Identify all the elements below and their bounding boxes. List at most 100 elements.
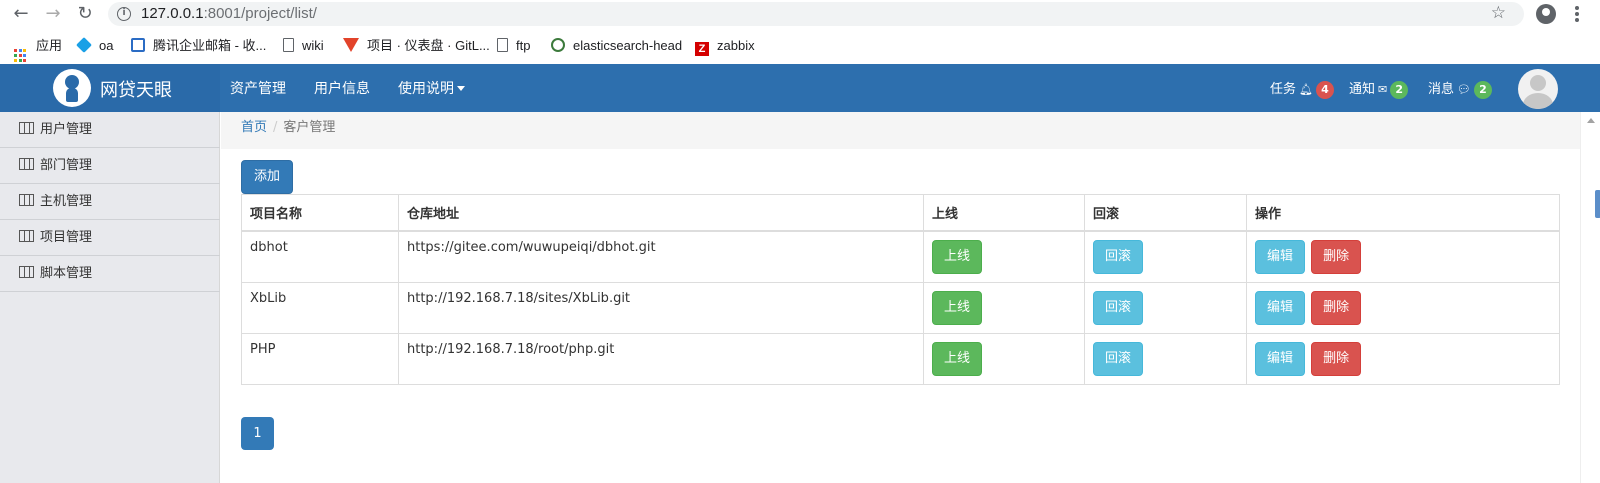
plugin-icon	[551, 38, 565, 52]
rollback-button[interactable]: 回滚	[1093, 342, 1144, 376]
address-bar[interactable]: i 127.0.0.1:8001/project/list/ ☆	[108, 2, 1524, 26]
tasks-menu[interactable]: 任务 🔔︎ 4	[1270, 78, 1334, 99]
browser-toolbar: ← → ↻ i 127.0.0.1:8001/project/list/ ☆	[0, 0, 1600, 28]
browser-menu-icon[interactable]	[1575, 6, 1579, 22]
scroll-thumb[interactable]	[1595, 190, 1600, 218]
main-content: 首页 / 客户管理 添加 项目名称 仓库地址 上线 回滚 操作 dbhot http…	[221, 112, 1580, 483]
sidebar-item-label: 主机管理	[40, 194, 93, 209]
project-name: PHP	[241, 333, 399, 385]
bookmarks-bar: 应用 oa 腾讯企业邮箱 - 收... wiki 项目 · 仪表盘 · GitL…	[0, 32, 1600, 63]
edit-button[interactable]: 编辑	[1255, 342, 1306, 376]
envelope-icon: ✉	[1378, 83, 1388, 96]
bookmark-label: 项目 · 仪表盘 · GitL...	[367, 38, 490, 53]
repo-url: http://192.168.7.18/sites/XbLib.git	[398, 282, 924, 334]
delete-button[interactable]: 删除	[1311, 240, 1362, 274]
sidebar-item-label: 脚本管理	[40, 266, 93, 281]
breadcrumb-separator: /	[273, 120, 278, 135]
bookmark-apps[interactable]: 应用	[14, 37, 63, 63]
back-icon[interactable]: ←	[11, 4, 31, 24]
bookmark-ftp[interactable]: ftp	[497, 37, 530, 55]
actions-cell: 编辑 删除	[1246, 230, 1560, 283]
delete-button[interactable]: 删除	[1311, 342, 1362, 376]
bookmark-star-icon[interactable]: ☆	[1491, 3, 1506, 23]
page-icon	[283, 38, 294, 52]
sidebar-item-label: 项目管理	[40, 230, 93, 245]
table-header-row: 项目名称 仓库地址 上线 回滚 操作	[241, 194, 1560, 232]
bookmark-gitlab[interactable]: 项目 · 仪表盘 · GitL...	[343, 37, 490, 55]
account-icon[interactable]	[1536, 4, 1556, 24]
map-icon	[19, 122, 34, 134]
bookmark-wiki[interactable]: wiki	[283, 37, 324, 55]
pagination-page-1[interactable]: 1	[241, 417, 274, 450]
scroll-up-icon[interactable]	[1587, 118, 1595, 123]
messages-menu[interactable]: 消息 💬︎ 2	[1428, 78, 1492, 99]
notices-menu[interactable]: 通知 ✉ 2	[1349, 78, 1409, 99]
bookmark-tencent-mail[interactable]: 腾讯企业邮箱 - 收...	[131, 37, 266, 55]
column-header: 上线	[923, 194, 1085, 232]
breadcrumb-current: 客户管理	[283, 120, 336, 135]
page-scrollbar[interactable]	[1580, 112, 1600, 483]
bookmark-label: ftp	[516, 38, 531, 53]
map-icon	[19, 266, 34, 278]
map-icon	[19, 158, 34, 170]
tencent-mail-icon	[131, 38, 145, 52]
bookmark-label: elasticsearch-head	[573, 38, 683, 53]
rollback-cell: 回滚	[1084, 333, 1247, 385]
sidebar: 用户管理 部门管理 主机管理 项目管理 脚本管理	[0, 112, 220, 483]
sidebar-item-label: 用户管理	[40, 122, 93, 137]
bookmark-label: wiki	[302, 38, 324, 53]
apps-grid-icon	[14, 49, 28, 63]
map-icon	[19, 230, 34, 242]
tasks-label: 任务	[1270, 82, 1297, 97]
actions-cell: 编辑 删除	[1246, 282, 1560, 334]
bookmark-label: 应用	[36, 38, 63, 53]
edit-button[interactable]: 编辑	[1255, 240, 1306, 274]
breadcrumb: 首页 / 客户管理	[221, 112, 1580, 149]
sidebar-item-departments[interactable]: 部门管理	[0, 148, 220, 184]
app-header: 网贷天眼 资产管理 用户信息 使用说明 任务 🔔︎ 4 通知 ✉ 2 消息 💬︎ 2	[0, 64, 1600, 112]
edit-button[interactable]: 编辑	[1255, 291, 1306, 325]
messages-badge: 2	[1473, 81, 1492, 99]
rollback-cell: 回滚	[1084, 230, 1247, 283]
bookmark-label: 腾讯企业邮箱 - 收...	[153, 38, 267, 53]
bookmark-oa[interactable]: oa	[76, 37, 113, 55]
sidebar-item-users[interactable]: 用户管理	[0, 112, 220, 148]
breadcrumb-home[interactable]: 首页	[241, 120, 267, 135]
avatar[interactable]	[1518, 69, 1558, 109]
online-cell: 上线	[923, 333, 1085, 385]
nav-instructions[interactable]: 使用说明	[398, 78, 465, 98]
project-table: 项目名称 仓库地址 上线 回滚 操作 dbhot https://gitee.c…	[241, 194, 1560, 385]
sidebar-item-scripts[interactable]: 脚本管理	[0, 256, 220, 292]
logo-icon	[53, 69, 91, 107]
rollback-button[interactable]: 回滚	[1093, 240, 1144, 274]
rollback-button[interactable]: 回滚	[1093, 291, 1144, 325]
gitlab-icon	[343, 38, 359, 52]
table-row: dbhot https://gitee.com/wuwupeiqi/dbhot.…	[241, 230, 1560, 283]
online-button[interactable]: 上线	[932, 342, 983, 376]
info-icon[interactable]: i	[117, 7, 131, 21]
column-header: 回滚	[1084, 194, 1247, 232]
brand[interactable]: 网贷天眼	[0, 64, 220, 112]
delete-button[interactable]: 删除	[1311, 291, 1362, 325]
table-row: XbLib http://192.168.7.18/sites/XbLib.gi…	[241, 282, 1560, 334]
url-text[interactable]: 127.0.0.1:8001/project/list/	[141, 5, 317, 22]
forward-icon[interactable]: →	[43, 4, 63, 24]
zabbix-icon: Z	[695, 42, 709, 56]
notices-badge: 2	[1390, 81, 1409, 99]
nav-user-info[interactable]: 用户信息	[314, 78, 370, 98]
tasks-badge: 4	[1315, 81, 1334, 99]
project-name: dbhot	[241, 230, 399, 283]
sidebar-item-hosts[interactable]: 主机管理	[0, 184, 220, 220]
page-icon	[497, 38, 508, 52]
online-button[interactable]: 上线	[932, 291, 983, 325]
reload-icon[interactable]: ↻	[75, 4, 95, 24]
bookmark-label: zabbix	[717, 38, 755, 53]
online-button[interactable]: 上线	[932, 240, 983, 274]
nav-asset-management[interactable]: 资产管理	[230, 78, 286, 98]
add-button[interactable]: 添加	[241, 160, 294, 194]
caret-down-icon	[457, 86, 465, 91]
table-row: PHP http://192.168.7.18/root/php.git 上线 …	[241, 333, 1560, 385]
sidebar-item-projects[interactable]: 项目管理	[0, 220, 220, 256]
bookmark-elasticsearch-head[interactable]: elasticsearch-head	[551, 37, 682, 55]
bookmark-zabbix[interactable]: Zzabbix	[695, 37, 755, 56]
